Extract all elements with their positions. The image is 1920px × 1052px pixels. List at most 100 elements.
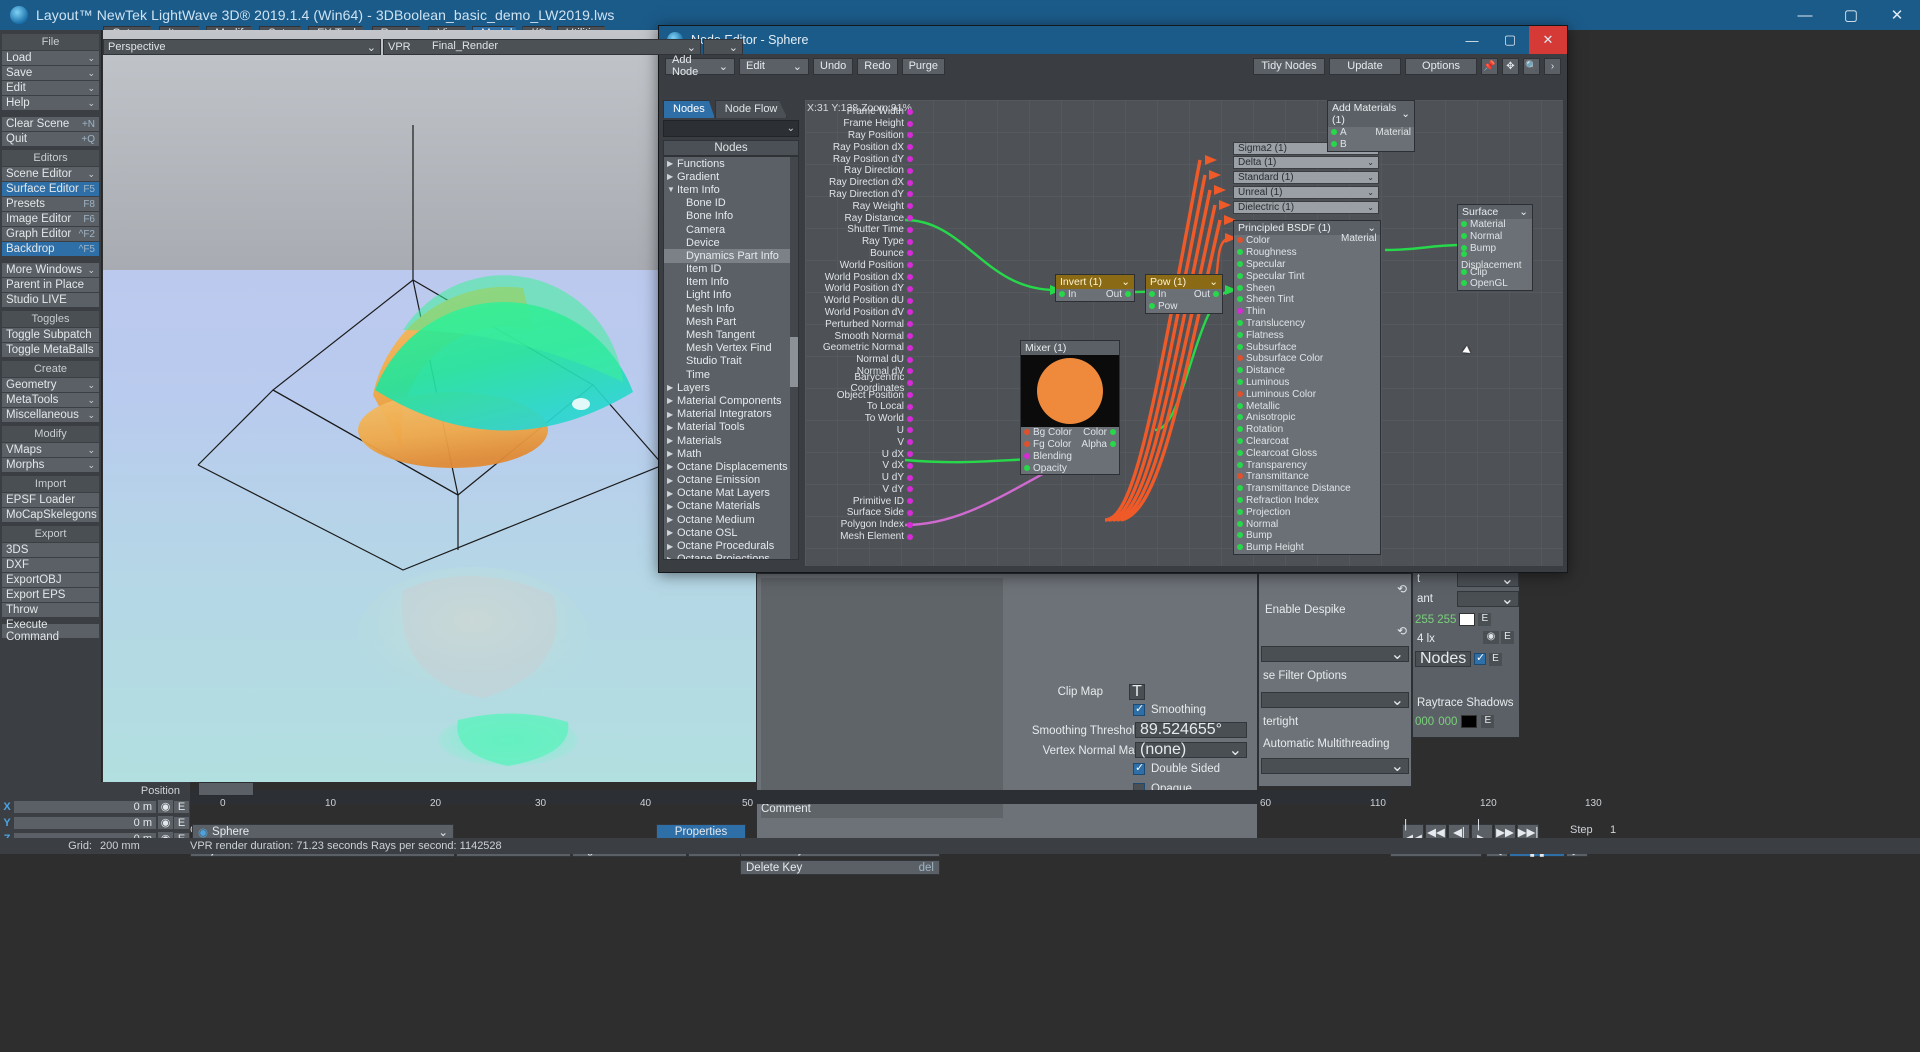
node-list-item-bone-info[interactable]: Bone Info (664, 210, 798, 223)
input-node-output-normal-du[interactable]: Normal dU (805, 354, 913, 366)
port-dot[interactable] (1237, 367, 1243, 374)
principled-row-rotation[interactable]: Rotation (1234, 424, 1380, 436)
sidebar-item-surface-editor[interactable]: Surface Editor F5 (2, 182, 99, 196)
chevron-down-icon[interactable]: ⌄ (1121, 276, 1130, 288)
sidebar-item-save[interactable]: Save ⌄ (2, 66, 99, 80)
port-dot[interactable] (907, 144, 913, 151)
node-list-item-octane-mat-layers[interactable]: ▶ Octane Mat Layers (664, 487, 798, 500)
forward-button[interactable]: ▶▶ (1494, 824, 1516, 839)
port-dot[interactable] (907, 509, 913, 516)
port-dot[interactable] (1461, 268, 1467, 275)
mixer-row-bg-color[interactable]: Bg Color Color (1021, 427, 1119, 439)
port-dot[interactable] (907, 462, 913, 469)
port-dot[interactable] (907, 439, 913, 446)
tidy-nodes-button[interactable]: Tidy Nodes (1253, 57, 1325, 75)
port-dot[interactable] (1237, 249, 1243, 256)
options-button[interactable]: Options (1405, 57, 1477, 75)
node-list-item-octane-procedurals[interactable]: ▶ Octane Procedurals (664, 539, 798, 552)
input-node-output-frame-width[interactable]: Frame Width (805, 106, 913, 118)
sidebar-item-graph-editor[interactable]: Graph Editor ^F2 (2, 227, 99, 241)
port-dot[interactable] (907, 262, 913, 269)
panel-b-dropdown-2[interactable]: ⌄ (1457, 591, 1519, 608)
port-dot[interactable] (907, 297, 913, 304)
surface-row-material[interactable]: Material (1458, 219, 1532, 231)
port-dot[interactable] (907, 179, 913, 186)
port-dot[interactable] (1461, 251, 1467, 258)
pow-node-pow-input[interactable]: Pow (1146, 301, 1222, 313)
vertex-normal-map-dropdown[interactable]: (none) ⌄ (1135, 741, 1247, 759)
update-button[interactable]: Update (1329, 57, 1401, 75)
rewind-button[interactable]: ◀◀ (1425, 824, 1447, 839)
port-dot[interactable] (1024, 441, 1030, 448)
search-icon[interactable]: 🔍 (1523, 57, 1540, 75)
port-dot[interactable] (907, 321, 913, 328)
input-node-output-ray-position-dx[interactable]: Ray Position dX (805, 141, 913, 153)
port-dot[interactable] (907, 203, 913, 210)
input-node-output-shutter-time[interactable]: Shutter Time (805, 224, 913, 236)
input-node-output-world-position[interactable]: World Position (805, 259, 913, 271)
node-list-item-material-components[interactable]: ▶ Material Components (664, 394, 798, 407)
port-dot[interactable] (1237, 402, 1243, 409)
port-dot[interactable] (1237, 284, 1243, 291)
input-node-output-world-position-du[interactable]: World Position dU (805, 295, 913, 307)
step-back-button[interactable]: ◀| (1448, 824, 1470, 839)
node-list-item-functions[interactable]: ▶ Functions (664, 157, 798, 170)
sidebar-item-mocapskelegons[interactable]: MoCapSkelegons (2, 508, 99, 522)
chevron-right-icon[interactable]: ▶ (667, 462, 677, 471)
port-dot[interactable] (1237, 461, 1243, 468)
mixer-node-header[interactable]: Mixer (1) (1021, 341, 1119, 355)
input-node-output-mesh-element[interactable]: Mesh Element (805, 531, 913, 543)
port-dot[interactable] (1461, 233, 1467, 240)
port-dot[interactable] (907, 344, 913, 351)
add-materials-node-header[interactable]: Add Materials (1) ⌄ (1328, 101, 1414, 127)
node-category-list[interactable]: ▶ Functions ▶ Gradient ▼ Item Info Bone ID Bone… (663, 156, 799, 560)
port-dot[interactable] (1237, 319, 1243, 326)
node-list-item-gradient[interactable]: ▶ Gradient (664, 170, 798, 183)
input-node-output-u[interactable]: U (805, 425, 913, 437)
input-node-output-barycentric-coordinates[interactable]: Barycentric Coordinates (805, 372, 913, 394)
principled-row-thin[interactable]: Thin (1234, 306, 1380, 318)
input-node-output-frame-height[interactable]: Frame Height (805, 118, 913, 130)
port-dot[interactable] (907, 274, 913, 281)
node-list-item-item-info[interactable]: Item Info (664, 276, 798, 289)
node-list-item-octane-projections[interactable]: ▶ Octane Projections (664, 553, 798, 559)
port-dot[interactable] (907, 333, 913, 340)
input-node-output-smooth-normal[interactable]: Smooth Normal (805, 330, 913, 342)
properties-button[interactable]: Properties (656, 824, 746, 839)
step-fwd-button[interactable]: |▶ (1471, 819, 1493, 845)
input-node-output-world-position-dx[interactable]: World Position dX (805, 271, 913, 283)
port-dot[interactable] (907, 392, 913, 399)
port-dot[interactable] (907, 156, 913, 163)
node-list-item-material-integrators[interactable]: ▶ Material Integrators (664, 408, 798, 421)
port-dot[interactable] (907, 380, 913, 387)
node-pill-delta-1-[interactable]: Delta (1) ⌄ (1233, 156, 1379, 169)
port-dot[interactable] (1110, 429, 1116, 436)
node-list-item-studio-trait[interactable]: Studio Trait (664, 355, 798, 368)
principled-row-transmittance[interactable]: Transmittance (1234, 471, 1380, 483)
smoothing-checkbox[interactable] (1133, 702, 1145, 716)
input-node-output-ray-direction[interactable]: Ray Direction (805, 165, 913, 177)
pow-node-header[interactable]: Pow (1) ⌄ (1146, 275, 1222, 289)
add-materials-row-a[interactable]: A Material (1328, 127, 1414, 139)
chevron-right-icon[interactable]: ▶ (667, 528, 677, 537)
surface-row-opengl[interactable]: OpenGL (1458, 278, 1532, 290)
link-icon-2[interactable]: ⟲ (1397, 624, 1407, 638)
principled-row-clearcoat[interactable]: Clearcoat (1234, 436, 1380, 448)
input-node-output-surface-side[interactable]: Surface Side (805, 507, 913, 519)
chevron-down-icon[interactable]: ⌄ (1401, 108, 1410, 120)
input-node-output-geometric-normal[interactable]: Geometric Normal (805, 342, 913, 354)
sidebar-item-dxf[interactable]: DXF (2, 558, 99, 572)
port-dot[interactable] (1237, 426, 1243, 433)
port-dot[interactable] (1237, 272, 1243, 279)
sidebar-item-clear-scene[interactable]: Clear Scene +N (2, 117, 99, 131)
node-list-item-item-id[interactable]: Item ID (664, 263, 798, 276)
input-node-output-ray-distance[interactable]: Ray Distance (805, 212, 913, 224)
principled-row-anisotropic[interactable]: Anisotropic (1234, 412, 1380, 424)
port-dot[interactable] (1110, 441, 1116, 448)
surface-row-displacement[interactable]: Displacement (1458, 251, 1532, 271)
port-dot[interactable] (907, 167, 913, 174)
port-dot[interactable] (907, 250, 913, 257)
port-dot[interactable] (1024, 452, 1030, 459)
node-list-item-materials[interactable]: ▶ Materials (664, 434, 798, 447)
port-dot[interactable] (1237, 343, 1243, 350)
